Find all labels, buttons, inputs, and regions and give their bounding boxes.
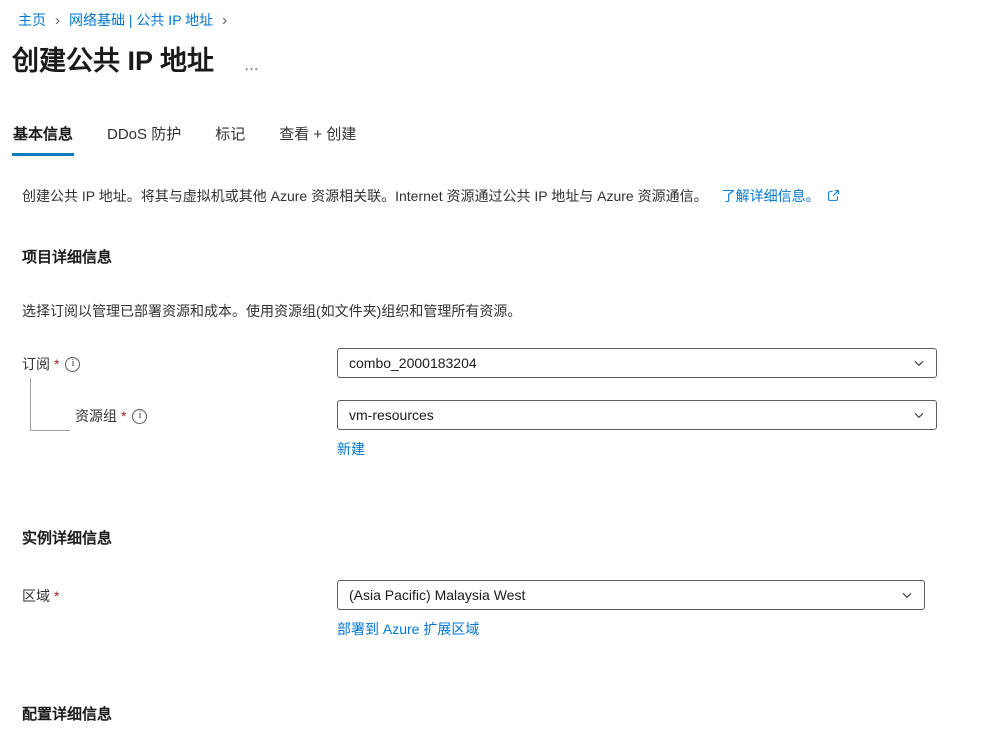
chevron-down-icon: [912, 408, 926, 422]
learn-more-link[interactable]: 了解详细信息。: [722, 188, 820, 204]
intro-text: 创建公共 IP 地址。将其与虚拟机或其他 Azure 资源相关联。Interne…: [22, 184, 930, 210]
more-menu-icon[interactable]: …: [244, 57, 260, 77]
breadcrumb-separator-icon: ›: [55, 13, 60, 28]
breadcrumb: 主页 › 网络基础 | 公共 IP 地址 ›: [0, 0, 1000, 30]
region-field-row: 区域* (Asia Pacific) Malaysia West 部署到 Azu…: [22, 580, 1000, 639]
info-icon[interactable]: [132, 409, 147, 424]
tab-review-create[interactable]: 查看 + 创建: [278, 119, 357, 156]
subscription-value: combo_2000183204: [349, 355, 477, 371]
project-details-heading: 项目详细信息: [22, 246, 1000, 267]
configuration-details-heading: 配置详细信息: [22, 703, 1000, 724]
subscription-dropdown[interactable]: combo_2000183204: [337, 348, 937, 378]
resource-group-dropdown[interactable]: vm-resources: [337, 400, 937, 430]
region-value: (Asia Pacific) Malaysia West: [349, 587, 525, 603]
region-dropdown[interactable]: (Asia Pacific) Malaysia West: [337, 580, 925, 610]
required-asterisk: *: [121, 408, 126, 424]
required-asterisk: *: [54, 356, 59, 372]
page-title: 创建公共 IP 地址: [12, 45, 214, 77]
intro-description: 创建公共 IP 地址。将其与虚拟机或其他 Azure 资源相关联。Interne…: [22, 188, 708, 204]
subscription-field-row: 订阅* combo_2000183204: [22, 348, 1000, 378]
resource-group-value: vm-resources: [349, 407, 434, 423]
instance-details-heading: 实例详细信息: [22, 527, 1000, 548]
create-new-resource-group-link[interactable]: 新建: [337, 439, 365, 459]
external-link-icon[interactable]: [827, 185, 840, 210]
project-details-description: 选择订阅以管理已部署资源和成本。使用资源组(如文件夹)组织和管理所有资源。: [22, 301, 1000, 322]
tab-tags[interactable]: 标记: [214, 119, 246, 156]
breadcrumb-home-link[interactable]: 主页: [18, 10, 46, 30]
basics-tab-content: 创建公共 IP 地址。将其与虚拟机或其他 Azure 资源相关联。Interne…: [22, 184, 1000, 724]
title-row: 创建公共 IP 地址 …: [12, 45, 1000, 77]
region-label: 区域*: [22, 580, 337, 606]
resource-group-field-row: 资源组* vm-resources 新建: [22, 400, 1000, 459]
breadcrumb-separator-icon: ›: [222, 13, 227, 28]
required-asterisk: *: [54, 588, 59, 604]
tab-basics[interactable]: 基本信息: [12, 119, 74, 156]
breadcrumb-public-ip-link[interactable]: 网络基础 | 公共 IP 地址: [69, 10, 213, 30]
deploy-edge-zone-link[interactable]: 部署到 Azure 扩展区域: [337, 619, 479, 639]
tree-connector: [30, 378, 70, 431]
tab-bar: 基本信息 DDoS 防护 标记 查看 + 创建: [12, 119, 1000, 156]
chevron-down-icon: [900, 588, 914, 602]
subscription-label: 订阅*: [22, 348, 337, 374]
chevron-down-icon: [912, 356, 926, 370]
tab-ddos-protection[interactable]: DDoS 防护: [106, 119, 182, 156]
info-icon[interactable]: [65, 357, 80, 372]
